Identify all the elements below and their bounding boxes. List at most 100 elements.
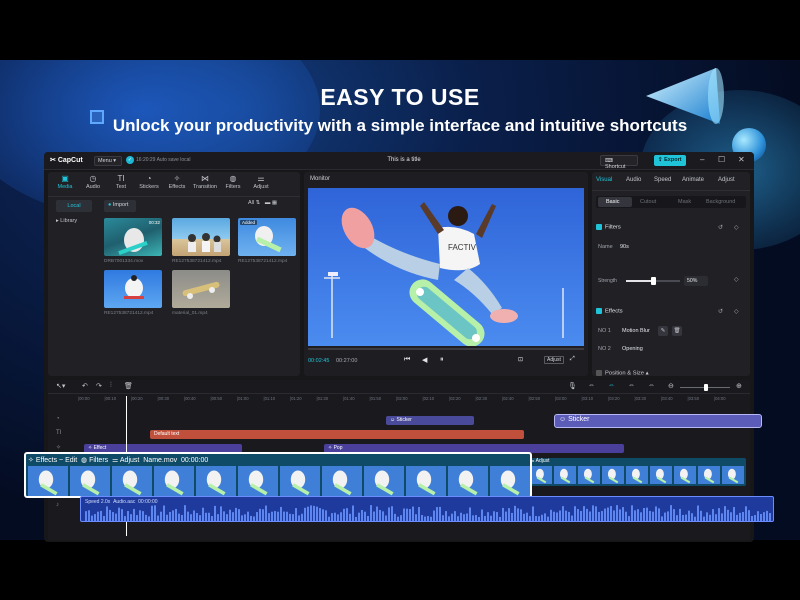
select-cursor-icon[interactable]: ↖▾ (56, 382, 65, 390)
menu-button[interactable]: Menu ▾ (94, 156, 122, 166)
redo-icon[interactable]: ↷ (96, 382, 102, 390)
waveform-bar (145, 514, 147, 521)
effects-section-title[interactable]: Effects (596, 308, 623, 315)
subtab-mask[interactable]: Mask (678, 199, 691, 205)
tab-visual[interactable]: Visual (596, 177, 612, 183)
video-frame (674, 466, 696, 484)
zoom-knob[interactable] (704, 384, 708, 391)
playback-progress[interactable] (308, 348, 584, 350)
keyframe-icon[interactable]: ◇ (734, 276, 739, 283)
tool-stickers[interactable]: ◔ Stickers (136, 174, 162, 190)
tool-transition[interactable]: ⋈ Transition (192, 174, 218, 190)
waveform-bar (223, 511, 225, 521)
edit-icon[interactable]: ✎ (658, 326, 668, 336)
shortcut-button[interactable]: ⌨ Shortcut (600, 155, 638, 170)
grid-view-icon[interactable]: ▦ (272, 200, 277, 206)
preview-axis-icon[interactable]: ⇔ (628, 382, 635, 389)
snap-icon[interactable]: ⇔ (608, 382, 615, 389)
video-frame (28, 466, 68, 496)
link-icon[interactable]: ⇔ (588, 382, 595, 389)
zoom-slider[interactable] (680, 384, 730, 391)
media-thumbnail[interactable] (104, 270, 162, 308)
tab-audio[interactable]: Audio (626, 177, 641, 183)
sticker-clip-highlighted[interactable]: ☺ Sticker (554, 414, 762, 428)
checkbox-icon[interactable] (596, 370, 602, 376)
reset-icon[interactable]: ↺ (718, 224, 723, 231)
import-icon: ● (108, 202, 112, 208)
sticker-clip[interactable]: ☺ Sticker (386, 416, 474, 425)
tab-adjust[interactable]: Adjust (718, 177, 735, 183)
import-button[interactable]: ● Import (104, 200, 136, 212)
delete-icon[interactable]: 🗑 (672, 326, 682, 336)
video-preview[interactable]: FACTIV (308, 188, 584, 346)
waveform-bar (517, 508, 519, 521)
skater-image (124, 275, 144, 299)
tool-adjust[interactable]: ⚌ Adjust (248, 174, 274, 190)
ratio-icon[interactable]: ⊡ (518, 356, 523, 363)
filter-icon: ◍ (81, 457, 88, 464)
local-button[interactable]: Local (56, 200, 92, 212)
effects-icon: ✧ (173, 174, 181, 183)
position-size-title: Position & Size (605, 370, 644, 377)
text-clip[interactable]: Default text (150, 430, 524, 439)
tool-audio[interactable]: ◷ Audio (80, 174, 106, 190)
undo-icon[interactable]: ↶ (82, 382, 88, 390)
subtab-basic[interactable]: Basic (606, 199, 619, 205)
checkbox-icon[interactable] (596, 224, 602, 230)
delete-icon[interactable]: 🗑 (124, 382, 133, 390)
zoom-fit-icon[interactable]: ⇔ (648, 382, 655, 389)
waveform-bar (274, 511, 276, 521)
waveform-bar (280, 506, 282, 521)
waveform-bar (574, 506, 576, 521)
checkbox-icon[interactable] (596, 308, 602, 314)
tab-animate[interactable]: Animate (682, 177, 704, 183)
minimize-icon[interactable]: – (700, 155, 704, 164)
zoom-in-icon[interactable]: ⊕ (736, 382, 742, 390)
adjust-button[interactable]: Adjust (544, 356, 564, 364)
fullscreen-icon[interactable]: ⤢ (570, 356, 575, 363)
audio-track-icon: ♪ (56, 502, 59, 508)
media-thumbnail[interactable]: 00:32 (104, 218, 162, 256)
tab-speed[interactable]: Speed (654, 177, 671, 183)
microphone-icon[interactable]: 🎙 (568, 382, 577, 390)
tool-filters[interactable]: ◍ Filters (220, 174, 246, 190)
tool-effects[interactable]: ✧ Effects (164, 174, 190, 190)
split-icon[interactable]: ⫶ (110, 382, 112, 390)
reset-icon[interactable]: ↺ (718, 308, 723, 315)
strength-slider-knob[interactable] (651, 277, 656, 285)
strength-slider[interactable] (626, 277, 680, 285)
filters-section-title[interactable]: Filters (596, 224, 621, 231)
keyframe-icon[interactable]: ◇ (734, 224, 739, 231)
tool-media[interactable]: ▣ Media (52, 174, 78, 190)
sort-filter[interactable]: All ⇅ ▬ ▦ (248, 200, 277, 206)
export-button[interactable]: ⇪ Export (654, 155, 686, 166)
waveform-bar (679, 508, 681, 521)
library-button[interactable]: ▸ Library (56, 218, 77, 224)
subtab-cutout[interactable]: Cutout (640, 199, 656, 205)
zoom-out-icon[interactable]: ⊖ (668, 382, 674, 390)
strength-value[interactable]: 50% (684, 276, 708, 286)
close-icon[interactable]: ✕ (738, 155, 745, 164)
tool-text[interactable]: TI Text (108, 174, 134, 190)
waveform-bar (556, 512, 558, 521)
position-size-section-title[interactable]: Position & Size ▴ (596, 370, 649, 377)
keyframe-icon[interactable]: ◇ (734, 308, 739, 315)
rewind-icon[interactable]: ◀ (422, 356, 427, 364)
media-thumbnail[interactable]: Added (238, 218, 296, 256)
video-clip[interactable]: ⚌ Adjust (528, 458, 746, 486)
maximize-icon[interactable]: ☐ (718, 155, 725, 164)
skip-back-icon[interactable]: ⏮ (404, 356, 410, 364)
ruler-tick: |01:50 (369, 396, 382, 401)
waveform-bar (676, 515, 678, 521)
stickers-icon: ◔ (146, 174, 152, 183)
media-thumbnail[interactable] (172, 270, 230, 308)
media-thumbnail[interactable] (172, 218, 230, 256)
audio-clip-highlighted[interactable]: Speed 2.0x Audio.aac 00:00:00 (80, 496, 774, 522)
promo-subheadline: Unlock your productivity with a simple i… (112, 116, 688, 135)
list-view-icon[interactable]: ▬ (265, 200, 271, 206)
waveform-bar (106, 506, 108, 521)
timeline-ruler[interactable]: |00:00 |00:10 |00:20 |00:30 |00:40 |00:50 |01:… (78, 396, 750, 404)
pause-icon[interactable]: ⏸ (440, 356, 444, 364)
subtab-background[interactable]: Background (706, 199, 735, 205)
video-clip-highlighted[interactable]: ✧ Effects ~ Edit ◍ Filters ⚌ Adjust Name… (24, 452, 532, 498)
